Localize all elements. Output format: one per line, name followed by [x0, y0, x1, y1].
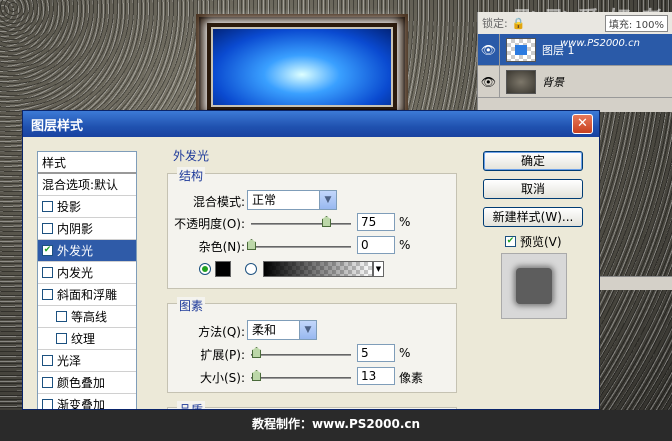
opacity-input[interactable]: 75 [357, 213, 395, 231]
checkbox-icon[interactable] [42, 377, 53, 388]
style-list-label: 投影 [57, 200, 82, 214]
layer-thumbnail [506, 69, 536, 94]
style-list-item[interactable]: 渐变叠加 [38, 394, 136, 410]
style-list-label: 颜色叠加 [57, 376, 106, 390]
technique-select[interactable]: 柔和 ▼ [247, 320, 317, 340]
blend-mode-label: 混合模式: [192, 195, 245, 209]
checkbox-icon[interactable] [56, 333, 67, 344]
cancel-button[interactable]: 取消 [483, 179, 583, 199]
style-list-label: 混合选项:默认 [42, 178, 119, 192]
blend-mode-value: 正常 [252, 193, 277, 207]
chevron-down-icon[interactable]: ▼ [373, 261, 384, 277]
lock-label: 锁定: [482, 17, 508, 30]
noise-slider-track[interactable] [251, 246, 351, 248]
style-list-label: 光泽 [57, 354, 82, 368]
checkbox-icon[interactable] [42, 201, 53, 212]
layer-style-dialog: 图层样式 ✕ 样式混合选项:默认投影内阴影 ✔ 外发光内发光斜面和浮雕等高线纹理光泽… [22, 110, 600, 410]
eye-icon[interactable]: 👁 [478, 34, 500, 65]
checkbox-icon[interactable] [42, 289, 53, 300]
style-list-item[interactable]: 颜色叠加 [38, 372, 136, 394]
style-list-label: 渐变叠加 [57, 398, 106, 410]
preview-checkbox[interactable]: ✔ 预览(V) [505, 233, 562, 250]
checkmark-icon: ✔ [505, 236, 516, 247]
gradient-picker[interactable] [263, 261, 373, 277]
checkbox-icon[interactable] [42, 223, 53, 234]
style-list-item[interactable]: 内发光 [38, 262, 136, 284]
picture-frame [196, 14, 408, 114]
opacity-slider-track[interactable] [251, 223, 351, 225]
chevron-down-icon: ▼ [319, 191, 336, 209]
style-list-label: 纹理 [71, 332, 96, 346]
percent-label: % [399, 346, 411, 360]
blend-mode-select[interactable]: 正常 ▼ [247, 190, 337, 210]
layers-panel-footer [600, 276, 672, 290]
percent-label: % [399, 215, 411, 229]
style-list-label: 样式 [42, 155, 67, 170]
percent-label: % [399, 238, 411, 252]
preview-swatch [516, 268, 552, 304]
outer-glow-title: 外发光 [171, 147, 212, 164]
style-list-item[interactable]: 内阴影 [38, 218, 136, 240]
noise-label: 杂色(N): [198, 240, 245, 254]
tutorial-caption: 教程制作：www.PS2000.cn [0, 410, 672, 441]
lock-icon[interactable]: 🔒 [512, 17, 526, 30]
style-list-item[interactable]: 等高线 [38, 306, 136, 328]
style-list-item[interactable]: 混合选项:默认 [38, 174, 136, 196]
style-list-item[interactable]: 样式 [38, 152, 136, 174]
close-button[interactable]: ✕ [572, 114, 593, 134]
technique-value: 柔和 [252, 323, 277, 337]
size-input[interactable]: 13 [357, 367, 395, 385]
layers-toolbar: 锁定: 🔒 填充: 100% [478, 12, 672, 34]
checkbox-icon[interactable] [56, 311, 67, 322]
style-list-item[interactable]: 纹理 [38, 328, 136, 350]
spread-slider-track[interactable] [251, 354, 351, 356]
checkmark-icon[interactable]: ✔ [42, 245, 53, 256]
style-preview [501, 253, 567, 319]
style-list-label: 斜面和浮雕 [57, 288, 118, 302]
layer-thumbnail [506, 37, 536, 62]
gradient-radio[interactable] [245, 263, 257, 275]
style-list-item[interactable]: 投影 [38, 196, 136, 218]
layer-name: 背景 [542, 75, 564, 89]
checkbox-icon[interactable] [42, 355, 53, 366]
fill-field[interactable]: 填充: 100% [604, 14, 668, 32]
checkbox-icon[interactable] [42, 399, 53, 409]
eye-icon[interactable]: 👁 [478, 66, 500, 97]
chevron-down-icon: ▼ [299, 321, 316, 339]
style-list-item[interactable]: ✔ 外发光 [38, 240, 136, 262]
style-list-label: 等高线 [71, 310, 108, 324]
watermark-url: www.PS2000.cn [560, 38, 640, 49]
style-list-label: 内阴影 [57, 222, 94, 236]
checkbox-icon[interactable] [42, 267, 53, 278]
new-style-button[interactable]: 新建样式(W)... [483, 207, 583, 227]
ocean-image [211, 27, 393, 107]
size-slider-track[interactable] [251, 377, 351, 379]
quality-title: 品质 [177, 401, 206, 409]
spread-label: 扩展(P): [200, 348, 245, 362]
style-list-label: 内发光 [57, 266, 94, 280]
style-list-item[interactable]: 斜面和浮雕 [38, 284, 136, 306]
preview-label: 预览(V) [520, 235, 562, 249]
layer-row[interactable]: 👁 背景 [478, 66, 672, 98]
structure-title: 结构 [177, 167, 206, 184]
ok-button[interactable]: 确定 [483, 151, 583, 171]
dialog-title: 图层样式 [31, 118, 84, 134]
layers-panel: 锁定: 🔒 填充: 100% 👁 图层 1 👁 背景 [477, 12, 672, 112]
dialog-titlebar[interactable]: 图层样式 [23, 111, 599, 137]
spread-input[interactable]: 5 [357, 344, 395, 362]
size-label: 大小(S): [199, 371, 245, 385]
glow-color-swatch[interactable] [215, 261, 231, 277]
styles-list: 样式混合选项:默认投影内阴影 ✔ 外发光内发光斜面和浮雕等高线纹理光泽颜色叠加渐变叠… [37, 151, 137, 410]
noise-input[interactable]: 0 [357, 236, 395, 254]
elements-title: 图素 [177, 297, 206, 314]
style-list-item[interactable]: 光泽 [38, 350, 136, 372]
pixel-unit-label: 像素 [399, 371, 424, 385]
style-list-label: 外发光 [57, 244, 94, 258]
opacity-label: 不透明度(O): [174, 217, 245, 231]
color-radio[interactable] [199, 263, 211, 275]
technique-label: 方法(Q): [198, 325, 245, 339]
